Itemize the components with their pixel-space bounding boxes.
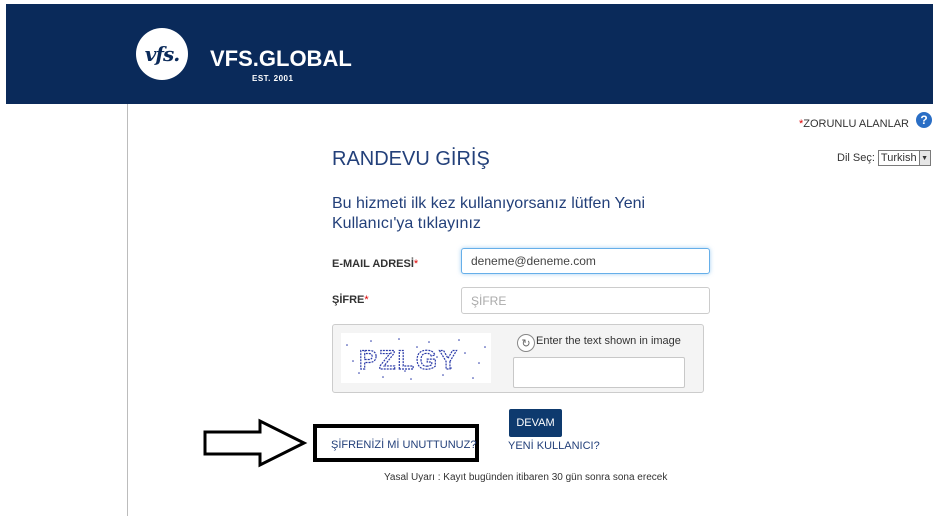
refresh-icon[interactable]: ↻	[517, 334, 535, 352]
vfs-logo[interactable]: vfs.	[136, 28, 188, 80]
captcha-image: PZLGY	[341, 333, 491, 383]
email-label: E-MAIL ADRESİ*	[332, 258, 418, 270]
brand-name: VFS.GLOBAL	[210, 46, 352, 71]
dropdown-arrow-icon: ▼	[918, 151, 930, 165]
brand-est: EST. 2001	[252, 74, 294, 83]
language-selector: Dil Seç: Turkish ▼	[837, 150, 931, 166]
captcha-text: PZLGY	[359, 345, 459, 375]
submit-button[interactable]: DEVAM	[509, 409, 562, 437]
content-divider	[127, 104, 128, 516]
page-title: RANDEVU GİRİŞ	[332, 148, 490, 170]
info-text: Bu hizmeti ilk kez kullanıyorsanız lütfe…	[332, 195, 646, 232]
email-label-text: E-MAIL ADRESİ	[332, 258, 414, 270]
language-selected: Turkish	[880, 152, 917, 164]
captcha-input[interactable]	[513, 357, 685, 388]
required-fields-text: ZORUNLU ALANLAR	[803, 118, 909, 130]
email-field[interactable]	[461, 248, 710, 274]
site-header: vfs. VFS.GLOBAL EST. 2001	[6, 4, 933, 104]
required-fields-note: *ZORUNLU ALANLAR	[799, 118, 909, 130]
password-field[interactable]	[461, 287, 710, 314]
password-required-star: *	[364, 294, 369, 306]
language-dropdown[interactable]: Turkish ▼	[877, 150, 931, 166]
help-glyph: ?	[920, 113, 928, 127]
arrow-annotation	[203, 418, 308, 468]
password-label: ŞİFRE*	[332, 294, 369, 306]
new-user-link[interactable]: YENİ KULLANICI?	[508, 440, 600, 452]
captcha-hint: Enter the text shown in image	[536, 335, 681, 347]
password-label-text: ŞİFRE	[332, 294, 365, 306]
legal-notice: Yasal Uyarı : Kayıt bugünden itibaren 30…	[384, 472, 668, 483]
email-required-star: *	[413, 258, 419, 270]
language-label: Dil Seç:	[837, 152, 875, 164]
help-icon[interactable]: ?	[916, 112, 932, 128]
logo-text: vfs.	[144, 42, 180, 66]
forgot-password-link[interactable]: ŞİFRENİZİ Mİ UNUTTUNUZ?	[331, 439, 476, 451]
captcha-panel: PZLGY ↻ Enter the text shown in image	[332, 324, 704, 393]
